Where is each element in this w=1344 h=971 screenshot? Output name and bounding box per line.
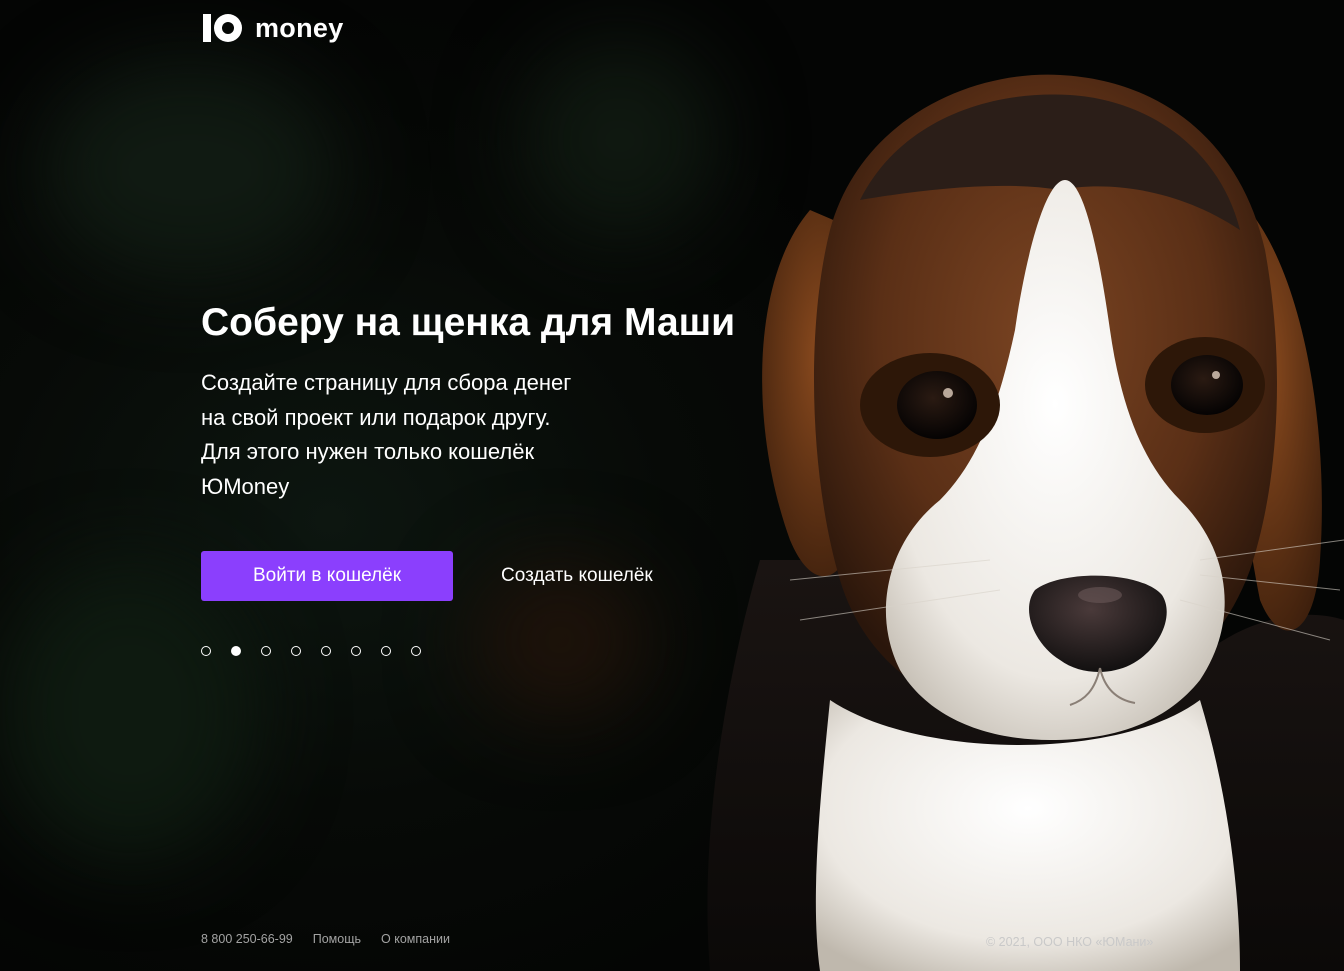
hero-description-line: ЮMoney [201,473,290,499]
yumoney-logo-icon [203,14,242,42]
carousel-dot[interactable] [411,646,421,656]
landing-page: money Соберу на щенка для Маши Создайте … [0,0,1344,971]
create-wallet-link[interactable]: Создать кошелёк [501,565,653,587]
footer-help-link[interactable]: Помощь [313,932,361,946]
hero-description: Создайте страницу для сбора денег на сво… [201,366,621,504]
hero-description-line: на свой проект или подарок другу. [201,404,551,430]
hero-section: Соберу на щенка для Маши Создайте страни… [201,300,781,504]
hero-actions: Войти в кошелёк Создать кошелёк [201,551,653,601]
carousel-pagination [201,646,421,656]
hero-description-line: Создайте страницу для сбора денег [201,370,572,395]
footer-about-link[interactable]: О компании [381,932,450,946]
background-blur [0,560,260,860]
carousel-dot[interactable] [381,646,391,656]
carousel-dot[interactable] [261,646,271,656]
background-blur [40,60,340,280]
footer-phone[interactable]: 8 800 250-66-99 [201,932,293,946]
carousel-dot[interactable] [231,646,241,656]
brand-name: money [255,12,344,43]
footer-copyright: © 2021, ООО НКО «ЮМани» [986,935,1154,949]
footer-links: 8 800 250-66-99 Помощь О компании [201,932,450,946]
login-wallet-button[interactable]: Войти в кошелёк [201,551,453,601]
hero-title: Соберу на щенка для Маши [201,301,736,344]
brand-logo[interactable]: money [201,12,344,44]
carousel-dot[interactable] [321,646,331,656]
hero-description-line: Для этого нужен только кошелёк [201,439,535,464]
carousel-dot[interactable] [291,646,301,656]
carousel-dot[interactable] [351,646,361,656]
carousel-dot[interactable] [201,646,211,656]
